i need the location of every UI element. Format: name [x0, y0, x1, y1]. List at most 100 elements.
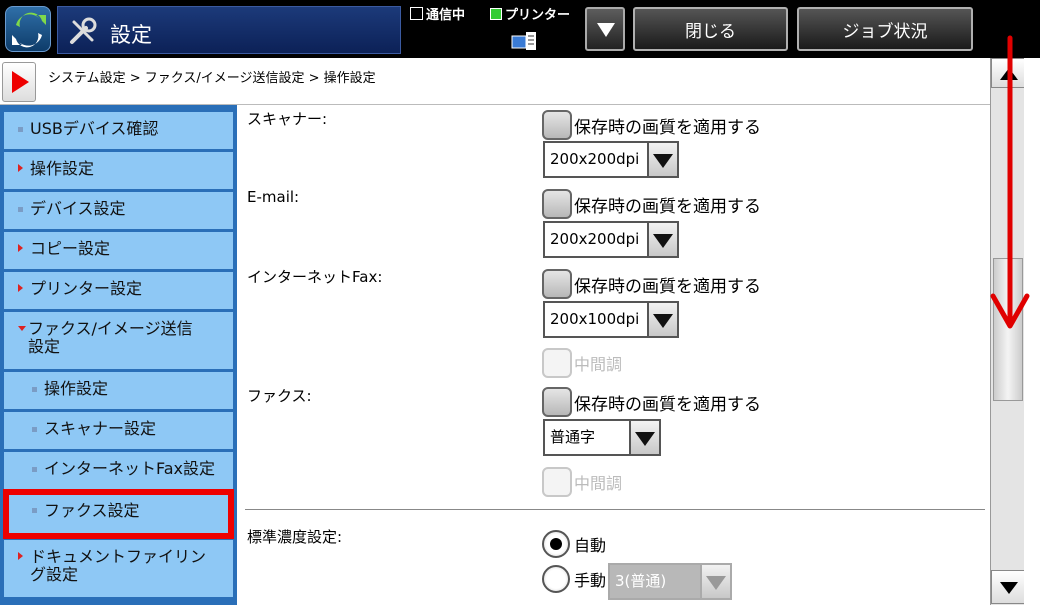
ifax-halftone-label: 中間調 — [574, 355, 623, 374]
density-label: 標準濃度設定: — [247, 528, 343, 546]
expand-arrow-icon — [18, 164, 23, 172]
density-manual-radio-row[interactable]: 手動 — [542, 565, 606, 593]
chevron-down-icon[interactable] — [647, 223, 677, 256]
bullet-icon — [32, 427, 37, 432]
scanner-label: スキャナー: — [247, 110, 328, 128]
sidebar: USBデバイス確認 操作設定 デバイス設定 コピー設定 プリンター設定 ファクス… — [0, 105, 237, 605]
status-area: 通信中 プリンター — [408, 2, 578, 56]
scanner-apply-checkbox-row[interactable]: 保存時の画質を適用する — [542, 110, 761, 140]
app-icon[interactable] — [5, 6, 51, 52]
breadcrumb: システム設定 > ファクス/イメージ送信設定 > 操作設定 — [48, 71, 376, 86]
email-resolution-select[interactable]: 200x200dpi — [543, 221, 679, 258]
sidebar-item-fax-image-send[interactable]: ファクス/イメージ送信 設定 — [4, 312, 233, 370]
fax-resolution-value: 普通字 — [550, 428, 596, 446]
close-button[interactable]: 閉じる — [633, 7, 788, 51]
status-communication: 通信中 — [410, 4, 465, 23]
sidebar-item-label: 操作設定 — [30, 159, 95, 178]
email-apply-label: 保存時の画質を適用する — [574, 196, 761, 217]
title-panel: 設定 — [57, 6, 401, 54]
sidebar-item-label: デバイス設定 — [30, 199, 126, 218]
bullet-icon — [32, 508, 37, 513]
sidebar-item-label: 操作設定 — [44, 379, 109, 398]
breadcrumb-bar: システム設定 > ファクス/イメージ送信設定 > 操作設定 — [0, 58, 990, 105]
bullet-icon — [32, 387, 37, 392]
sidebar-item-label: コピー設定 — [30, 239, 111, 258]
ifax-apply-checkbox[interactable] — [542, 269, 572, 299]
ifax-apply-label: 保存時の画質を適用する — [574, 276, 761, 297]
ifax-resolution-value: 200x100dpi — [550, 310, 640, 328]
sidebar-item-label: ドキュメントファイリン グ設定 — [30, 547, 207, 584]
sidebar-item-label: スキャナー設定 — [44, 419, 157, 438]
settings-panel: スキャナー: 保存時の画質を適用する 200x200dpi E-mail: 保存… — [237, 105, 990, 605]
sidebar-item-printer-settings[interactable]: プリンター設定 — [4, 272, 233, 310]
printer-icon — [511, 32, 536, 50]
internet-fax-label: インターネットFax: — [247, 268, 383, 286]
ifax-resolution-select[interactable]: 200x100dpi — [543, 301, 679, 338]
back-button[interactable] — [2, 62, 36, 102]
communication-indicator-icon — [410, 7, 423, 20]
top-bar: 設定 通信中 プリンター 閉じる ジョブ状況 — [0, 0, 1040, 58]
chevron-down-icon — [597, 23, 615, 37]
chevron-down-icon[interactable] — [629, 421, 659, 454]
fax-apply-checkbox[interactable] — [542, 387, 572, 417]
density-auto-radio-row[interactable]: 自動 — [542, 530, 606, 558]
scanner-resolution-select[interactable]: 200x200dpi — [543, 141, 679, 178]
sidebar-subitem-internet-fax[interactable]: インターネットFax設定 — [4, 452, 233, 490]
email-apply-checkbox[interactable] — [542, 189, 572, 219]
scanner-apply-checkbox[interactable] — [542, 110, 572, 140]
scroll-down-icon[interactable] — [991, 570, 1025, 604]
job-status-button[interactable]: ジョブ状況 — [797, 7, 973, 51]
sidebar-subitem-scanner[interactable]: スキャナー設定 — [4, 412, 233, 450]
expand-arrow-icon — [18, 552, 23, 560]
sidebar-subitem-operation[interactable]: 操作設定 — [4, 372, 233, 410]
fax-halftone-checkbox — [542, 467, 572, 497]
fax-apply-checkbox-row[interactable]: 保存時の画質を適用する — [542, 387, 761, 417]
sidebar-item-label: ファクス設定 — [44, 501, 140, 520]
fax-label: ファクス: — [247, 387, 312, 405]
density-auto-label: 自動 — [574, 536, 607, 555]
bullet-icon — [18, 207, 23, 212]
scanner-apply-label: 保存時の画質を適用する — [574, 117, 761, 138]
density-manual-radio[interactable] — [542, 565, 570, 593]
section-divider — [245, 509, 985, 510]
sidebar-item-operation-settings[interactable]: 操作設定 — [4, 152, 233, 190]
email-label: E-mail: — [247, 188, 300, 206]
density-auto-radio[interactable] — [542, 530, 570, 558]
chevron-down-icon — [700, 565, 730, 598]
bullet-icon — [32, 467, 37, 472]
email-resolution-value: 200x200dpi — [550, 230, 640, 248]
sidebar-item-document-filing[interactable]: ドキュメントファイリン グ設定 — [4, 540, 233, 598]
vertical-scrollbar[interactable] — [990, 58, 1025, 605]
page-title: 設定 — [110, 23, 152, 47]
chevron-down-icon[interactable] — [647, 143, 677, 176]
scanner-resolution-value: 200x200dpi — [550, 150, 640, 168]
sidebar-item-label: ファクス/イメージ送信 設定 — [28, 319, 193, 356]
back-arrow-icon — [12, 71, 29, 93]
sidebar-subitem-fax[interactable]: ファクス設定 — [3, 489, 234, 539]
status-comm-label: 通信中 — [426, 8, 466, 23]
sidebar-item-label: USBデバイス確認 — [30, 119, 159, 138]
sidebar-item-label: インターネットFax設定 — [44, 459, 216, 478]
sidebar-item-device-settings[interactable]: デバイス設定 — [4, 192, 233, 230]
fax-halftone-checkbox-row: 中間調 — [542, 467, 622, 497]
fax-resolution-select[interactable]: 普通字 — [543, 419, 661, 456]
tool-icon — [70, 17, 97, 44]
ifax-apply-checkbox-row[interactable]: 保存時の画質を適用する — [542, 269, 761, 299]
status-printer: プリンター — [490, 4, 570, 23]
chevron-down-icon[interactable] — [647, 303, 677, 336]
density-manual-value: 3(普通) — [610, 565, 700, 598]
email-apply-checkbox-row[interactable]: 保存時の画質を適用する — [542, 189, 761, 219]
sidebar-item-usb-device[interactable]: USBデバイス確認 — [4, 112, 233, 150]
density-manual-label: 手動 — [574, 571, 607, 590]
sidebar-item-copy-settings[interactable]: コピー設定 — [4, 232, 233, 270]
expand-arrow-icon — [18, 284, 23, 292]
right-margin — [1024, 58, 1040, 605]
scroll-up-icon[interactable] — [991, 58, 1025, 88]
fax-halftone-label: 中間調 — [574, 474, 623, 493]
scroll-thumb[interactable] — [993, 258, 1023, 401]
settings-screen: 設定 通信中 プリンター 閉じる ジョブ状況 システム設定 > ファクス/イメー… — [0, 0, 1040, 605]
density-manual-select: 3(普通) — [608, 563, 732, 600]
collapse-arrow-icon — [18, 326, 26, 331]
status-printer-label: プリンター — [505, 8, 571, 23]
header-dropdown-button[interactable] — [585, 7, 625, 51]
